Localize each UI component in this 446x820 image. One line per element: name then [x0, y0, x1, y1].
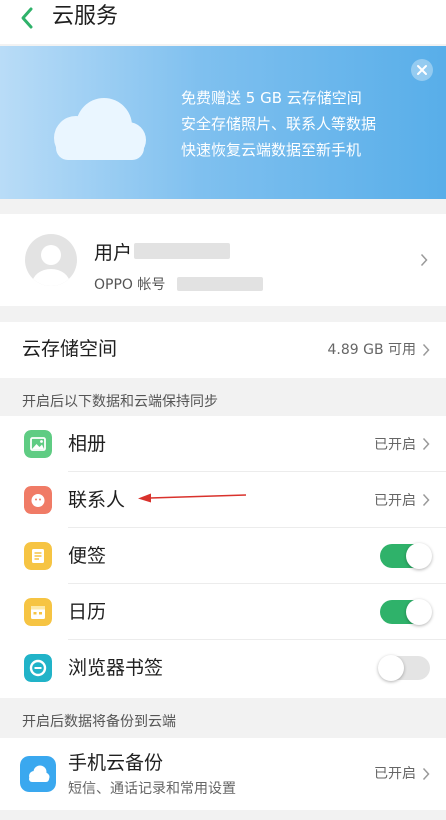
backup-status: 已开启: [374, 766, 416, 782]
sync-item-notes: 便签: [0, 528, 446, 584]
account-id-row: OPPO 帐号: [94, 274, 264, 294]
user-name-row: 用户: [94, 238, 231, 264]
sync-item-calendar: 日历: [0, 584, 446, 640]
backup-title: 手机云备份: [68, 752, 164, 774]
toggle-knob: [406, 543, 432, 569]
sync-section-header: 开启后以下数据和云端保持同步: [22, 394, 218, 410]
banner-line-secure: 安全存储照片、联系人等数据: [181, 115, 377, 133]
calendar-sync-toggle[interactable]: [380, 599, 432, 625]
calendar-icon: [24, 598, 52, 626]
toggle-knob: [378, 655, 404, 681]
contacts-icon: [24, 486, 52, 514]
chevron-right-icon: [422, 493, 430, 507]
redacted-name: [134, 243, 231, 259]
storage-available: 4.89 GB 可用: [327, 342, 416, 358]
backup-subtitle: 短信、通话记录和常用设置: [68, 781, 236, 797]
notes-icon: [24, 542, 52, 570]
notes-sync-toggle[interactable]: [380, 543, 432, 569]
sync-item-status: 已开启: [374, 493, 416, 509]
sync-item-album[interactable]: 相册 已开启: [0, 416, 446, 472]
sync-list: 相册 已开启 联系人 已开启 便签 日历 浏览器书签: [0, 416, 446, 698]
cloud-icon: [54, 98, 146, 160]
chevron-right-icon: [420, 253, 428, 267]
annotation-arrow-icon: [138, 493, 247, 503]
default-avatar-icon: [25, 234, 77, 286]
chevron-right-icon: [422, 343, 430, 357]
user-name: 用户: [94, 241, 133, 264]
storage-row[interactable]: 云存储空间 4.89 GB 可用: [0, 322, 446, 378]
cloud-service-screen: 云服务 免费赠送 5 GB 云存储空间 安全存储照片、联系人等数据 快速恢复云端…: [0, 0, 446, 820]
cloud-backup-icon: [20, 756, 56, 792]
redacted-account-id: [177, 277, 264, 291]
browser-bookmark-sync-toggle[interactable]: [378, 655, 430, 681]
browser-bookmark-icon: [24, 654, 52, 682]
toggle-knob: [406, 599, 432, 625]
page-title: 云服务: [52, 4, 119, 29]
account-row[interactable]: 用户 OPPO 帐号: [0, 214, 446, 306]
banner-line-restore: 快速恢复云端数据至新手机: [181, 141, 362, 159]
sync-item-label: 便签: [68, 545, 107, 567]
sync-item-status: 已开启: [374, 437, 416, 453]
close-circle-icon[interactable]: [410, 58, 434, 82]
chevron-right-icon: [422, 767, 430, 781]
header-bar: 云服务: [0, 0, 446, 44]
account-label: OPPO 帐号: [94, 277, 166, 293]
photo-album-icon: [24, 430, 52, 458]
sync-item-label: 联系人: [68, 489, 126, 511]
banner-line-storage: 免费赠送 5 GB 云存储空间: [181, 89, 362, 107]
chevron-right-icon: [422, 437, 430, 451]
chevron-left-icon[interactable]: [14, 4, 42, 32]
sync-item-browser-bookmarks: 浏览器书签: [0, 640, 446, 696]
backup-section-header: 开启后数据将备份到云端: [22, 714, 176, 730]
sync-item-label: 浏览器书签: [68, 657, 164, 679]
cloud-backup-row[interactable]: 手机云备份 短信、通话记录和常用设置 已开启: [0, 738, 446, 810]
promo-banner[interactable]: 免费赠送 5 GB 云存储空间 安全存储照片、联系人等数据 快速恢复云端数据至新…: [0, 46, 446, 199]
storage-title: 云存储空间: [22, 338, 118, 360]
sync-item-label: 日历: [68, 601, 107, 623]
sync-item-label: 相册: [68, 433, 107, 455]
